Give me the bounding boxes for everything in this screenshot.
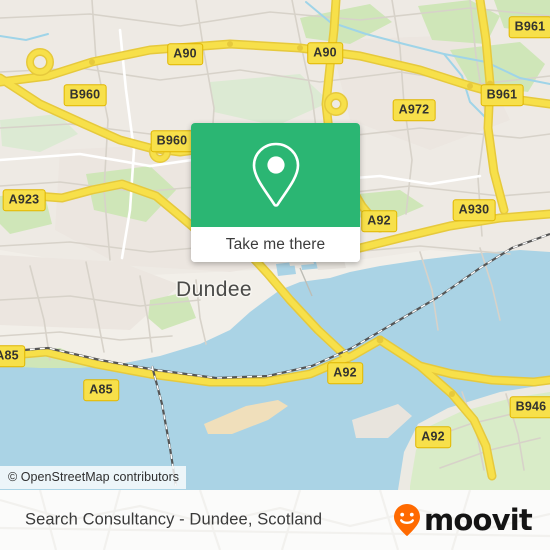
road-shield[interactable]: B960 (63, 84, 107, 106)
moovit-smiley-pin-icon (394, 504, 421, 536)
take-me-there-button[interactable]: Take me there (191, 227, 360, 262)
road-shield[interactable]: A972 (392, 99, 436, 121)
road-shield[interactable]: A90 (167, 43, 203, 65)
road-shield[interactable]: A92 (361, 210, 397, 232)
moovit-wordmark: moovit (424, 502, 533, 537)
map-page: Dundee A90 A90 B961 B960 A972 B961 B960 … (0, 0, 550, 550)
page-title: Search Consultancy - Dundee, Scotland (25, 510, 323, 529)
footer-bar: Search Consultancy - Dundee, Scotland mo… (0, 490, 550, 550)
osm-attribution[interactable]: © OpenStreetMap contributors (0, 466, 187, 489)
road-shield[interactable]: A923 (2, 189, 46, 211)
road-shield[interactable]: B960 (150, 130, 194, 152)
road-shield[interactable]: A92 (327, 362, 363, 384)
road-shield[interactable]: A85 (0, 345, 25, 367)
road-shield[interactable]: A92 (415, 426, 451, 448)
road-shield[interactable]: B961 (480, 84, 524, 106)
popup-pin-area (191, 123, 360, 227)
location-pin-icon (252, 142, 299, 207)
place-label-dundee: Dundee (176, 278, 252, 301)
road-shield[interactable]: A85 (83, 379, 119, 401)
moovit-logo[interactable]: moovit (392, 502, 533, 537)
road-shield[interactable]: B961 (508, 16, 550, 38)
road-shield[interactable]: A930 (452, 199, 496, 221)
map-canvas[interactable]: Dundee A90 A90 B961 B960 A972 B961 B960 … (0, 0, 550, 490)
road-shield[interactable]: B946 (509, 396, 550, 418)
location-popup-card[interactable]: Take me there (191, 123, 360, 262)
road-shield[interactable]: A90 (307, 42, 343, 64)
